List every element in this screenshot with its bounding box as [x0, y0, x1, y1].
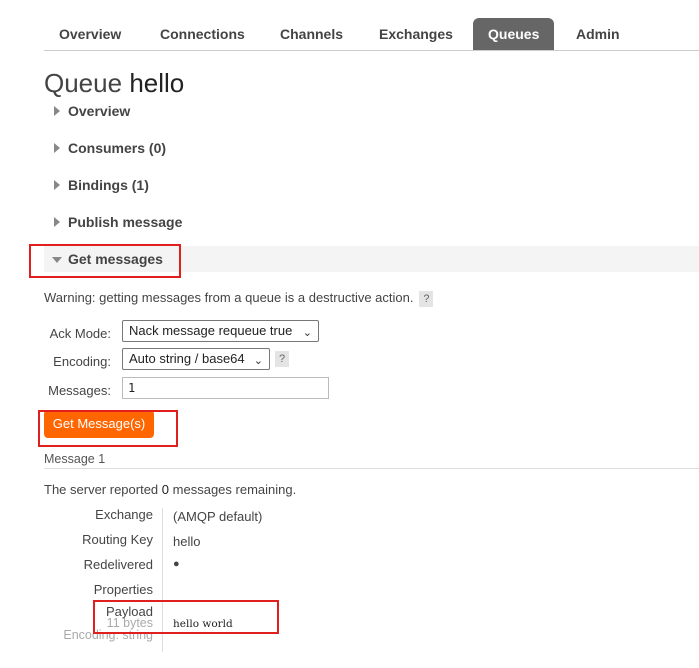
- tab-overview[interactable]: Overview: [44, 18, 136, 50]
- section-get-messages[interactable]: Get messages: [44, 246, 699, 272]
- messages-label: Messages:: [48, 383, 111, 398]
- ack-mode-value: Nack message requeue true: [129, 323, 293, 338]
- tab-exchanges[interactable]: Exchanges: [364, 18, 468, 50]
- encoding-label: Encoding:: [53, 354, 111, 369]
- destructive-warning: Warning: getting messages from a queue i…: [44, 290, 434, 307]
- section-publish-message[interactable]: Publish message: [44, 209, 699, 235]
- encoding-select[interactable]: Auto string / base64 ⌄: [122, 348, 270, 370]
- main-nav: Overview Connections Channels Exchanges …: [44, 18, 699, 51]
- routing-key-value: hello: [173, 534, 201, 549]
- collapse-arrow-icon: [52, 257, 62, 263]
- encoding-value: Auto string / base64: [129, 351, 245, 366]
- payload-encoding: Encoding: string: [63, 628, 153, 642]
- properties-label: Properties: [93, 582, 153, 597]
- expand-arrow-icon: [54, 106, 60, 116]
- redelivered-indicator: ●: [173, 558, 180, 570]
- queue-name: hello: [129, 68, 185, 98]
- warning-text: Warning: getting messages from a queue i…: [44, 290, 414, 305]
- expand-arrow-icon: [54, 180, 60, 190]
- tab-connections[interactable]: Connections: [145, 18, 260, 50]
- details-divider: [162, 508, 163, 652]
- ack-mode-label: Ack Mode:: [49, 326, 111, 341]
- expand-arrow-icon: [54, 217, 60, 227]
- section-publish-label: Publish message: [68, 214, 183, 230]
- remaining-suffix: messages remaining.: [172, 482, 297, 497]
- remaining-count: 0: [161, 482, 170, 497]
- help-icon[interactable]: ?: [419, 290, 434, 307]
- divider: [44, 468, 699, 469]
- routing-key-label: Routing Key: [82, 532, 153, 547]
- page-title: Queue hello: [44, 68, 184, 99]
- exchange-label: Exchange: [95, 507, 153, 522]
- section-consumers[interactable]: Consumers (0): [44, 135, 699, 161]
- tab-admin[interactable]: Admin: [561, 18, 635, 50]
- tab-queues[interactable]: Queues: [473, 18, 555, 50]
- section-get-messages-label: Get messages: [68, 251, 163, 267]
- expand-arrow-icon: [54, 143, 60, 153]
- tab-channels[interactable]: Channels: [265, 18, 358, 50]
- section-bindings-label: Bindings (1): [68, 177, 149, 193]
- exchange-value: (AMQP default): [173, 509, 263, 524]
- remaining-text: The server reported 0 messages remaining…: [44, 482, 296, 497]
- page-title-prefix: Queue: [44, 68, 123, 98]
- ack-mode-select[interactable]: Nack message requeue true ⌄: [122, 320, 319, 342]
- section-consumers-label: Consumers (0): [68, 140, 167, 156]
- section-bindings[interactable]: Bindings (1): [44, 172, 699, 198]
- chevron-down-icon: ⌄: [253, 355, 263, 367]
- chevron-down-icon: ⌄: [302, 327, 312, 339]
- messages-count-input[interactable]: 1: [122, 377, 329, 399]
- message-heading: Message 1: [44, 452, 106, 466]
- remaining-prefix: The server reported: [44, 482, 159, 497]
- redelivered-label: Redelivered: [83, 557, 153, 572]
- payload-value: hello world: [173, 618, 233, 630]
- get-messages-button[interactable]: Get Message(s): [44, 410, 154, 438]
- section-overview[interactable]: Overview: [44, 98, 699, 124]
- encoding-help-icon[interactable]: ?: [275, 351, 289, 367]
- section-overview-label: Overview: [68, 103, 131, 119]
